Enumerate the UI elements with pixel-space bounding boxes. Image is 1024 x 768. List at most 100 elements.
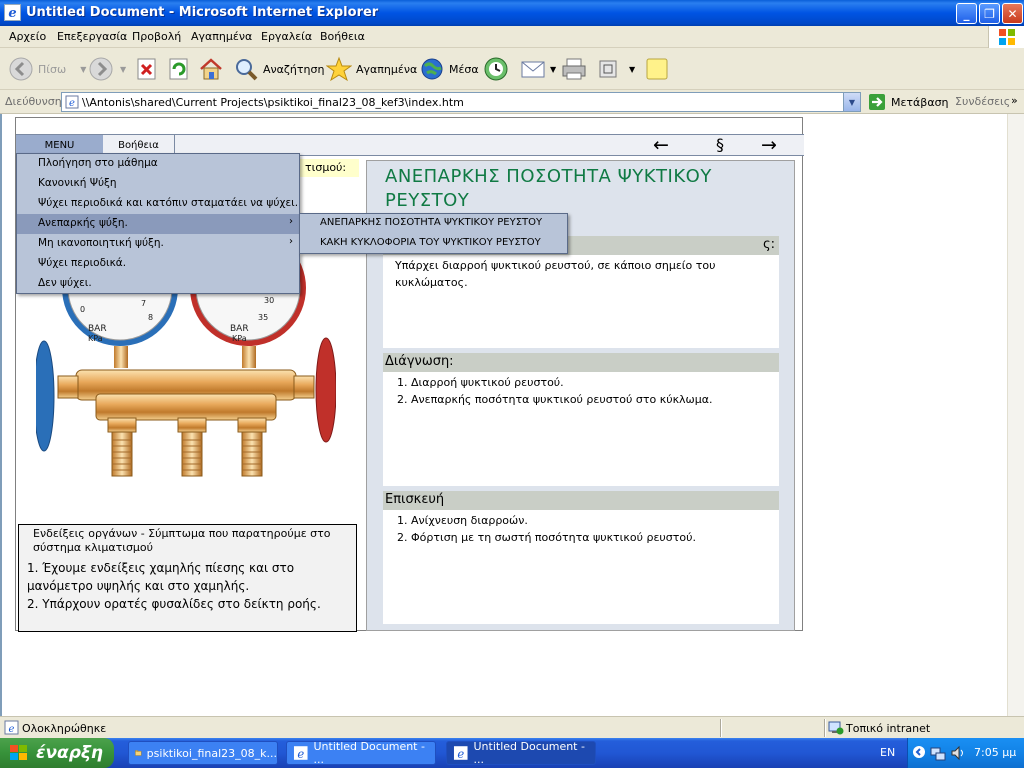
tip-label: τισμού: bbox=[299, 159, 359, 177]
printer-icon bbox=[562, 58, 586, 80]
list-item: Ανεπαρκής ποσότητα ψυκτικού ρευστού στο … bbox=[411, 391, 779, 408]
address-dropdown-icon[interactable]: ▼ bbox=[843, 93, 860, 111]
menu-item-no-cooling[interactable]: Δεν ψύχει. bbox=[17, 274, 299, 294]
close-button[interactable]: ✕ bbox=[1002, 3, 1023, 24]
status-text: Ολοκληρώθηκε bbox=[22, 722, 107, 735]
ie-icon: e bbox=[453, 746, 468, 761]
diagnosis-heading: Διάγνωση: bbox=[383, 353, 779, 372]
fault-title: ΑΝΕΠΑΡΚΗΣ ΠΟΣΟΤΗΤΑ ΨΥΚΤΙΚΟΥ ΡΕΥΣΤΟΥ bbox=[385, 166, 712, 211]
next-arrow-icon[interactable]: → bbox=[761, 136, 777, 155]
menu-help[interactable]: Βοήθεια bbox=[320, 30, 365, 43]
home-button[interactable] bbox=[198, 54, 224, 84]
instrument-readings-title: Ενδείξεις οργάνων - Σύμπτωμα που παρατηρ… bbox=[33, 527, 331, 554]
go-button[interactable]: Μετάβαση bbox=[868, 93, 949, 111]
print-button[interactable] bbox=[561, 54, 587, 84]
right-gauge-unit2: KPa bbox=[232, 334, 247, 343]
links-chevron-icon[interactable]: » bbox=[1011, 94, 1018, 107]
back-button[interactable]: Πίσω ▼ bbox=[8, 54, 86, 84]
intranet-zone-icon bbox=[828, 721, 844, 735]
list-item: 1. Έχουμε ενδείξεις χαμηλής πίεσης και σ… bbox=[27, 561, 295, 593]
minimize-button[interactable]: _ bbox=[956, 3, 977, 24]
menu-item-insufficient-cooling[interactable]: Ανεπαρκής ψύξη. › bbox=[17, 214, 299, 234]
section-icon[interactable]: § bbox=[716, 136, 724, 154]
history-button[interactable] bbox=[482, 54, 510, 84]
refresh-icon bbox=[169, 58, 188, 80]
taskbar-item-folder[interactable]: psiktikoi_final23_08_k... bbox=[128, 741, 278, 765]
menu-tools[interactable]: Εργαλεία bbox=[261, 30, 312, 43]
window-title: Untitled Document - Microsoft Internet E… bbox=[26, 5, 379, 20]
star-icon bbox=[326, 56, 352, 82]
left-gauge-unit: BAR bbox=[88, 324, 107, 334]
taskbar-item-ie-1[interactable]: e Untitled Document - ... bbox=[286, 740, 436, 766]
refresh-button[interactable] bbox=[168, 54, 190, 84]
forward-dropdown-icon[interactable]: ▼ bbox=[120, 65, 126, 74]
vertical-scrollbar[interactable] bbox=[1007, 114, 1024, 716]
taskbar-item-ie-2[interactable]: e Untitled Document - ... bbox=[446, 740, 596, 766]
ie-window-icon: e bbox=[4, 4, 21, 21]
instrument-readings-box: Ενδείξεις οργάνων - Σύμπτωμα που παρατηρ… bbox=[18, 524, 357, 632]
ie-icon: e bbox=[293, 746, 308, 761]
back-arrow-icon bbox=[9, 57, 33, 81]
page-icon: e bbox=[65, 95, 79, 109]
menu-item-periodic-cooling[interactable]: Ψύχει περιοδικά. bbox=[17, 254, 299, 274]
edit-button[interactable]: ▼ bbox=[597, 54, 635, 84]
windows-logo-icon bbox=[988, 26, 1024, 48]
svg-text:e: e bbox=[8, 6, 16, 21]
edit-page-icon bbox=[599, 60, 617, 78]
address-label: Διεύθυνση bbox=[5, 95, 62, 108]
media-button[interactable]: Μέσα bbox=[419, 54, 479, 84]
mail-dropdown-icon[interactable]: ▼ bbox=[550, 65, 556, 74]
search-icon bbox=[236, 59, 258, 81]
zone-text: Τοπικό intranet bbox=[846, 722, 931, 735]
folder-icon bbox=[135, 750, 142, 756]
main-dropdown-menu: Πλοήγηση στο μάθημα Κανονική Ψύξη Ψύχει … bbox=[16, 153, 300, 294]
forward-arrow-icon bbox=[89, 57, 113, 81]
menu-item-navigation[interactable]: Πλοήγηση στο μάθημα bbox=[17, 154, 299, 174]
menu-item-periodic-then-stops[interactable]: Ψύχει περιοδικά και κατόπιν σταματάει να… bbox=[17, 194, 299, 214]
help-tab[interactable]: Βοήθεια bbox=[103, 135, 175, 155]
network-icon[interactable] bbox=[930, 745, 946, 761]
history-icon bbox=[484, 57, 508, 81]
window-titlebar[interactable]: e Untitled Document - Microsoft Internet… bbox=[0, 0, 1024, 26]
mail-button[interactable]: ▼ bbox=[520, 54, 556, 84]
edit-dropdown-icon[interactable]: ▼ bbox=[629, 65, 635, 74]
menu-favorites[interactable]: Αγαπημένα bbox=[191, 30, 252, 43]
menu-view[interactable]: Προβολή bbox=[132, 30, 181, 43]
right-gauge-num-35: 35 bbox=[258, 313, 268, 322]
maximize-button[interactable]: ❐ bbox=[979, 3, 1000, 24]
status-divider bbox=[720, 719, 722, 737]
submenu-arrow-icon: › bbox=[289, 236, 293, 247]
stop-button[interactable] bbox=[136, 54, 158, 84]
back-dropdown-icon[interactable]: ▼ bbox=[80, 65, 86, 74]
menu-edit[interactable]: Επεξεργασία bbox=[57, 30, 127, 43]
status-bar: e Ολοκληρώθηκε Τοπικό intranet bbox=[0, 716, 1024, 738]
address-input[interactable]: e \\Antonis\shared\Current Projects\psik… bbox=[61, 92, 861, 112]
diagnosis-body: Διαρροή ψυκτικού ρευστού. Ανεπαρκής ποσό… bbox=[383, 372, 779, 486]
forward-button[interactable]: ▼ bbox=[88, 54, 126, 84]
start-button[interactable]: έναρξη bbox=[0, 738, 114, 768]
windows-flag-icon bbox=[10, 745, 27, 760]
repair-heading: Επισκευή bbox=[383, 491, 779, 510]
volume-icon[interactable] bbox=[950, 745, 966, 761]
favorites-button[interactable]: Αγαπημένα bbox=[326, 54, 417, 84]
submenu-item-bad-circulation[interactable]: ΚΑΚΗ ΚΥΚΛΟΦΟΡΙΑ ΤΟΥ ΨΥΚΤΙΚΟΥ ΡΕΥΣΤΟΥ bbox=[300, 234, 567, 254]
tray-collapse-icon[interactable] bbox=[912, 745, 926, 759]
menu-item-normal-cooling[interactable]: Κανονική Ψύξη bbox=[17, 174, 299, 194]
browser-toolbar: Πίσω ▼ ▼ Αναζήτηση Αγαπημένα Μέσα ▼ ▼ bbox=[0, 48, 1024, 90]
prev-arrow-icon[interactable]: ← bbox=[653, 136, 669, 155]
messenger-button[interactable] bbox=[645, 54, 669, 84]
search-button[interactable]: Αναζήτηση bbox=[233, 54, 324, 84]
menu-tab[interactable]: MENU bbox=[16, 135, 103, 155]
left-gauge-num-0: 0 bbox=[80, 305, 85, 314]
system-tray: 7:05 μμ bbox=[907, 738, 1024, 768]
submenu-item-insufficient-refrigerant[interactable]: ΑΝΕΠΑΡΚΗΣ ΠΟΣΟΤΗΤΑ ΨΥΚΤΙΚΟΥ ΡΕΥΣΤΟΥ bbox=[300, 214, 567, 234]
links-button[interactable]: Συνδέσεις bbox=[955, 95, 1010, 108]
svg-text:e: e bbox=[457, 747, 464, 761]
stop-icon bbox=[137, 58, 156, 80]
menu-item-unsatisfactory-cooling[interactable]: Μη ικανοποιητική ψύξη. › bbox=[17, 234, 299, 254]
language-indicator[interactable]: EN bbox=[880, 746, 895, 759]
menu-file[interactable]: Αρχείο bbox=[9, 30, 46, 43]
right-gauge-num-30: 30 bbox=[264, 296, 274, 305]
clock[interactable]: 7:05 μμ bbox=[974, 746, 1016, 759]
home-icon bbox=[200, 58, 222, 80]
